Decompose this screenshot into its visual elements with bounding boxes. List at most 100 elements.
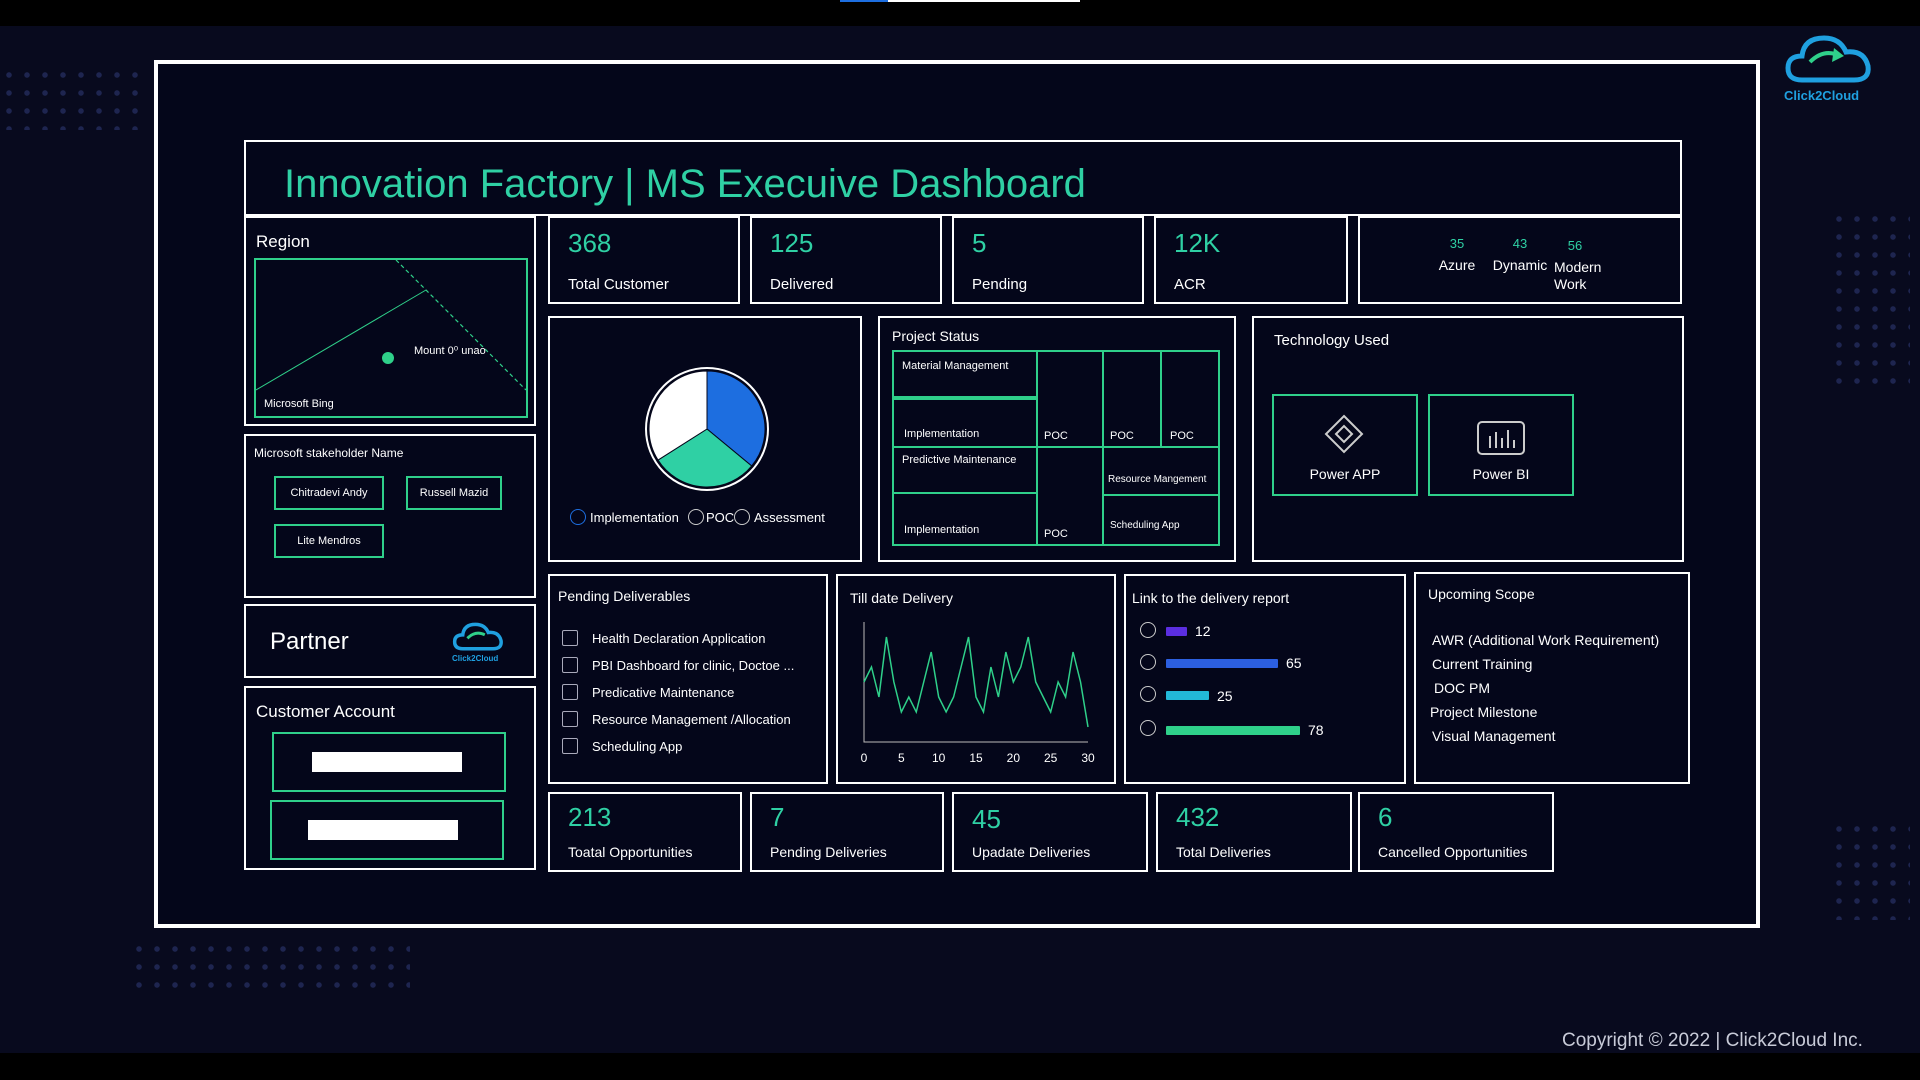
status-cell[interactable]: Predictive Maintenance bbox=[892, 446, 1038, 494]
tech-count[interactable]: 43 Dynamic bbox=[1490, 236, 1550, 273]
bottom-bar bbox=[0, 1053, 1920, 1080]
kpi-label: Delivered bbox=[770, 276, 834, 293]
series-line[interactable] bbox=[863, 636, 1089, 728]
status-cell-label: POC bbox=[1044, 528, 1068, 540]
dot-pattern-right-top bbox=[1830, 210, 1910, 390]
partner-logo: Click2Cloud bbox=[450, 618, 508, 666]
deliverable-item: Scheduling App bbox=[592, 739, 683, 754]
status-cell-label: Implementation bbox=[904, 524, 980, 536]
deliverable-checkbox[interactable] bbox=[562, 630, 578, 646]
delivery-bar-value: 65 bbox=[1286, 655, 1302, 671]
status-cell-label: Scheduling App bbox=[1110, 520, 1180, 531]
deliverable-checkbox[interactable] bbox=[562, 657, 578, 673]
kpi-value: 213 bbox=[568, 802, 612, 832]
stakeholder-chip[interactable]: Russell Mazid bbox=[406, 476, 502, 510]
chart-axes bbox=[863, 622, 1088, 743]
tech-count-label: Dynamic bbox=[1492, 257, 1548, 273]
logo-text: Click2Cloud bbox=[1784, 88, 1860, 103]
customer-account-title: Customer Account bbox=[256, 702, 395, 721]
marker-label: Mount 0⁰ unao bbox=[414, 345, 486, 357]
delivery-radio[interactable] bbox=[1140, 622, 1156, 638]
scope-item: DOC PM bbox=[1434, 680, 1490, 696]
dot-pattern-left-top bbox=[0, 66, 150, 130]
status-cell[interactable]: Scheduling App bbox=[1102, 494, 1220, 546]
power-apps-icon bbox=[1324, 414, 1364, 454]
click2cloud-logo: Click2Cloud bbox=[1780, 28, 1880, 108]
tech-count[interactable]: 56 Modern Work bbox=[1544, 238, 1606, 293]
x-tick-label: 30 bbox=[1081, 751, 1095, 765]
legend-implementation-marker[interactable] bbox=[570, 509, 586, 525]
deliverable-checkbox[interactable] bbox=[562, 711, 578, 727]
kpi-card[interactable]: 12K ACR bbox=[1154, 216, 1348, 304]
deliverable-item: PBI Dashboard for clinic, Doctoe ... bbox=[592, 658, 795, 673]
tech-count-label: Modern Work bbox=[1554, 259, 1602, 292]
kpi-value: 12K bbox=[1174, 228, 1221, 258]
tech-counts-panel: 35 Azure 43 Dynamic 56 Modern Work bbox=[1358, 216, 1682, 304]
pie-chart[interactable] bbox=[642, 364, 772, 494]
kpi-value: 125 bbox=[770, 228, 814, 258]
kpi-value: 6 bbox=[1378, 802, 1393, 832]
kpi-label: ACR bbox=[1174, 276, 1206, 293]
customer-account-field[interactable] bbox=[272, 732, 506, 792]
kpi-card[interactable]: 125 Delivered bbox=[750, 216, 942, 304]
tech-card-power-bi[interactable]: Power BI bbox=[1428, 394, 1574, 496]
kpi-card[interactable]: 368 Total Customer bbox=[548, 216, 740, 304]
kpi-value: 45 bbox=[972, 804, 1001, 834]
kpi-card[interactable]: 432 Total Deliveries bbox=[1156, 792, 1352, 872]
customer-account-field[interactable] bbox=[270, 800, 504, 860]
x-tick-label: 15 bbox=[969, 751, 983, 765]
tech-count-value: 56 bbox=[1567, 238, 1583, 253]
dot-pattern-left-bottom bbox=[130, 940, 410, 996]
till-date-line-chart[interactable]: 0 5 10 15 20 25 30 bbox=[848, 612, 1098, 772]
kpi-value: 432 bbox=[1176, 802, 1220, 832]
deliverable-item: Health Declaration Application bbox=[592, 631, 766, 646]
legend-assessment-marker[interactable] bbox=[734, 509, 750, 525]
kpi-label: Pending Deliveries bbox=[770, 844, 887, 860]
delivery-radio[interactable] bbox=[1140, 686, 1156, 702]
x-tick-label: 10 bbox=[932, 751, 946, 765]
status-cell[interactable]: Material Management bbox=[892, 350, 1038, 398]
kpi-card[interactable]: 213 Toatal Opportunities bbox=[548, 792, 742, 872]
upcoming-scope-panel: Upcoming Scope AWR (Additional Work Requ… bbox=[1414, 572, 1690, 784]
stakeholder-chip[interactable]: Lite Mendros bbox=[274, 524, 384, 558]
status-cell-label: Implementation bbox=[904, 428, 980, 440]
status-cell[interactable]: Resource Mangement bbox=[1102, 446, 1220, 496]
x-tick-label: 20 bbox=[1007, 751, 1021, 765]
kpi-card[interactable]: 7 Pending Deliveries bbox=[750, 792, 944, 872]
legend-poc-marker[interactable] bbox=[688, 509, 704, 525]
delivery-bar bbox=[1166, 691, 1209, 700]
delivery-radio[interactable] bbox=[1140, 654, 1156, 670]
technology-title: Technology Used bbox=[1274, 332, 1390, 349]
stakeholder-chip[interactable]: Chitradevi Andy bbox=[274, 476, 384, 510]
status-cell[interactable]: POC bbox=[1160, 350, 1220, 448]
tech-card-label: Power BI bbox=[1472, 466, 1530, 482]
delivery-radio[interactable] bbox=[1140, 720, 1156, 736]
customer-account-panel: Customer Account bbox=[244, 686, 536, 870]
status-cell[interactable]: POC bbox=[1036, 446, 1104, 546]
deliverable-checkbox[interactable] bbox=[562, 684, 578, 700]
kpi-label: Total Customer bbox=[568, 276, 669, 293]
x-tick-label: 5 bbox=[898, 751, 905, 765]
status-cell[interactable]: POC bbox=[1102, 350, 1162, 448]
region-panel: Region Mount 0⁰ unao Microsoft Bing bbox=[244, 216, 536, 426]
status-cell[interactable]: Implementation bbox=[892, 492, 1038, 546]
kpi-label: Total Deliveries bbox=[1176, 844, 1271, 860]
delivery-bar-value: 25 bbox=[1217, 688, 1233, 704]
location-marker[interactable] bbox=[382, 352, 394, 364]
stakeholder-name: Russell Mazid bbox=[419, 487, 489, 499]
tech-count[interactable]: 35 Azure bbox=[1434, 236, 1480, 273]
kpi-card[interactable]: 45 Upadate Deliveries bbox=[952, 792, 1148, 872]
scope-item: AWR (Additional Work Requirement) bbox=[1432, 632, 1660, 648]
status-cell[interactable]: POC bbox=[1036, 350, 1104, 448]
partner-panel: Partner Click2Cloud bbox=[244, 604, 536, 678]
page-title: Innovation Factory | MS Execuive Dashboa… bbox=[284, 162, 1086, 206]
delivery-report-panel: Link to the delivery report 12 65 25 78 bbox=[1124, 574, 1406, 784]
deliverable-checkbox[interactable] bbox=[562, 738, 578, 754]
region-map[interactable]: Mount 0⁰ unao Microsoft Bing bbox=[254, 258, 528, 418]
status-cell[interactable]: Implementation bbox=[892, 398, 1038, 448]
kpi-card[interactable]: 5 Pending bbox=[952, 216, 1144, 304]
kpi-card[interactable]: 6 Cancelled Opportunities bbox=[1358, 792, 1554, 872]
deliverable-item: Predicative Maintenance bbox=[592, 685, 735, 700]
tech-card-power-app[interactable]: Power APP bbox=[1272, 394, 1418, 496]
partner-logo-text: Click2Cloud bbox=[452, 654, 499, 663]
